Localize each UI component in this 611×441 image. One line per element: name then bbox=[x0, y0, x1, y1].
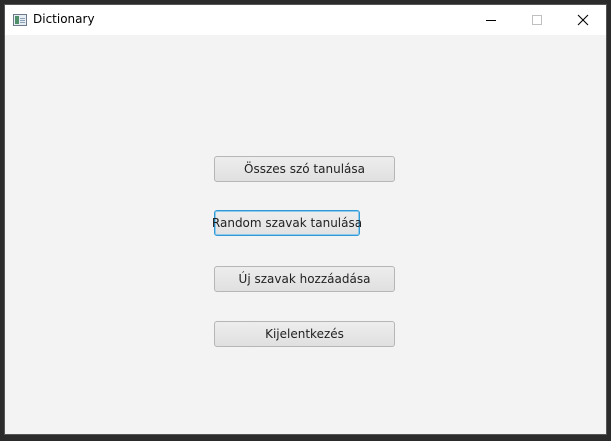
learn-random-words-button[interactable]: Random szavak tanulása bbox=[212, 210, 362, 236]
title-bar[interactable]: Dictionary bbox=[5, 5, 606, 35]
learn-all-words-button[interactable]: Összes szó tanulása bbox=[214, 156, 395, 182]
window-title: Dictionary bbox=[33, 12, 95, 26]
maximize-icon bbox=[532, 15, 542, 25]
maximize-button[interactable] bbox=[514, 5, 560, 35]
app-window-icon bbox=[13, 14, 27, 26]
close-button[interactable] bbox=[560, 5, 606, 35]
close-icon bbox=[577, 14, 589, 26]
logout-button[interactable]: Kijelentkezés bbox=[214, 321, 395, 347]
add-new-words-button[interactable]: Új szavak hozzáadása bbox=[214, 266, 395, 292]
minimize-icon bbox=[486, 20, 496, 21]
app-window: Dictionary Összes szó tanulása Random sz… bbox=[4, 4, 607, 435]
minimize-button[interactable] bbox=[468, 5, 514, 35]
